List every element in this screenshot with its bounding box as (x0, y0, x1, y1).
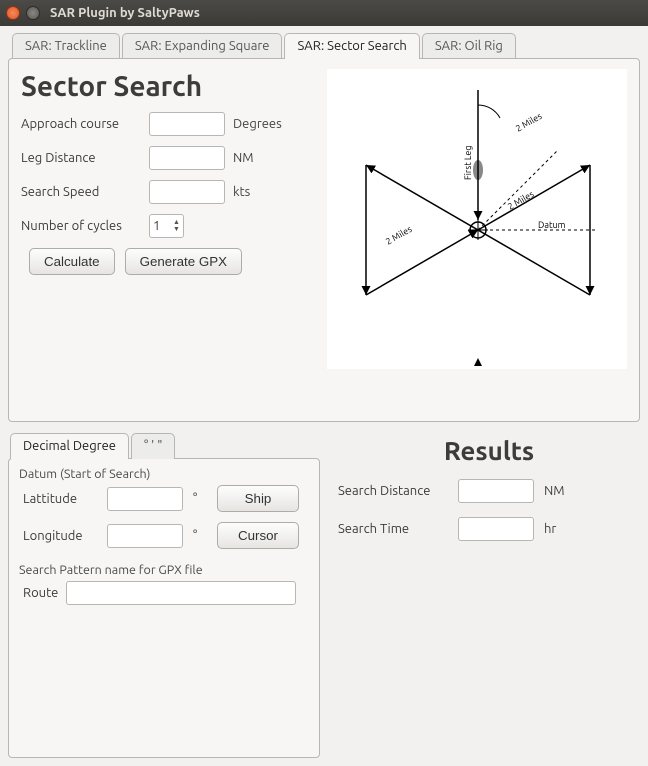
datum-panel: Datum (Start of Search) Lattitude ° Ship… (8, 458, 320, 758)
sector-diagram: First Leg 2 Miles 2 Miles 2 Miles Datum (327, 69, 627, 369)
lat-label: Lattitude (23, 492, 101, 506)
diagram-datum-label: Datum (538, 220, 566, 230)
cycles-value: 1 (153, 219, 169, 233)
diagram-2miles-b: 2 Miles (506, 189, 536, 212)
close-icon[interactable] (6, 6, 20, 20)
lat-unit: ° (193, 492, 211, 506)
route-label: Route (23, 586, 58, 600)
diagram-2miles-c: 2 Miles (384, 224, 414, 247)
leg-label: Leg Distance (21, 151, 141, 165)
route-input[interactable] (66, 581, 296, 605)
lon-label: Longitude (23, 529, 101, 543)
main-tabbar: SAR: Trackline SAR: Expanding Square SAR… (8, 32, 640, 58)
search-time-output (458, 517, 534, 541)
tab-sector-search[interactable]: SAR: Sector Search (284, 33, 419, 59)
speed-input[interactable] (149, 180, 225, 204)
window-title: SAR Plugin by SaltyPaws (50, 6, 200, 20)
cycles-stepper[interactable]: 1 ▲ ▼ (149, 214, 184, 238)
datum-group-label: Datum (Start of Search) (19, 467, 311, 481)
chevron-down-icon[interactable]: ▼ (173, 226, 180, 233)
minimize-icon[interactable] (26, 6, 40, 20)
lat-input[interactable] (107, 487, 183, 511)
cursor-button[interactable]: Cursor (217, 522, 299, 549)
search-distance-output (458, 479, 534, 503)
leg-input[interactable] (149, 146, 225, 170)
window-titlebar: SAR Plugin by SaltyPaws (0, 0, 648, 26)
speed-label: Search Speed (21, 185, 141, 199)
search-time-label: Search Time (338, 522, 448, 536)
tab-oil-rig[interactable]: SAR: Oil Rig (422, 33, 516, 59)
diagram-first-leg-label: First Leg (463, 145, 473, 180)
tab-expanding-square[interactable]: SAR: Expanding Square (122, 33, 283, 59)
generate-gpx-button[interactable]: Generate GPX (125, 248, 242, 275)
speed-unit: kts (233, 185, 250, 199)
search-distance-label: Search Distance (338, 484, 448, 498)
tab-dms[interactable]: ° ' " (131, 433, 176, 459)
leg-unit: NM (233, 151, 254, 165)
coord-tabbar: Decimal Degree ° ' " (8, 432, 320, 458)
gpx-group-label: Search Pattern name for GPX file (19, 563, 311, 577)
lon-unit: ° (193, 529, 211, 543)
cycles-label: Number of cycles (21, 219, 141, 233)
approach-unit: Degrees (233, 117, 282, 131)
search-distance-unit: NM (544, 484, 565, 498)
results-panel: Results Search Distance NM Search Time h… (338, 432, 640, 758)
diagram-2miles-a: 2 Miles (514, 111, 544, 134)
results-heading: Results (338, 436, 640, 465)
search-time-unit: hr (544, 522, 556, 536)
sector-heading: Sector Search (21, 71, 311, 102)
calculate-button[interactable]: Calculate (29, 248, 115, 275)
approach-label: Approach course (21, 117, 141, 131)
approach-input[interactable] (149, 112, 225, 136)
sector-panel: Sector Search Approach course Degrees Le… (8, 58, 640, 422)
lon-input[interactable] (107, 524, 183, 548)
tab-trackline[interactable]: SAR: Trackline (12, 33, 120, 59)
tab-decimal-degree[interactable]: Decimal Degree (10, 433, 129, 459)
ship-button[interactable]: Ship (217, 485, 299, 512)
